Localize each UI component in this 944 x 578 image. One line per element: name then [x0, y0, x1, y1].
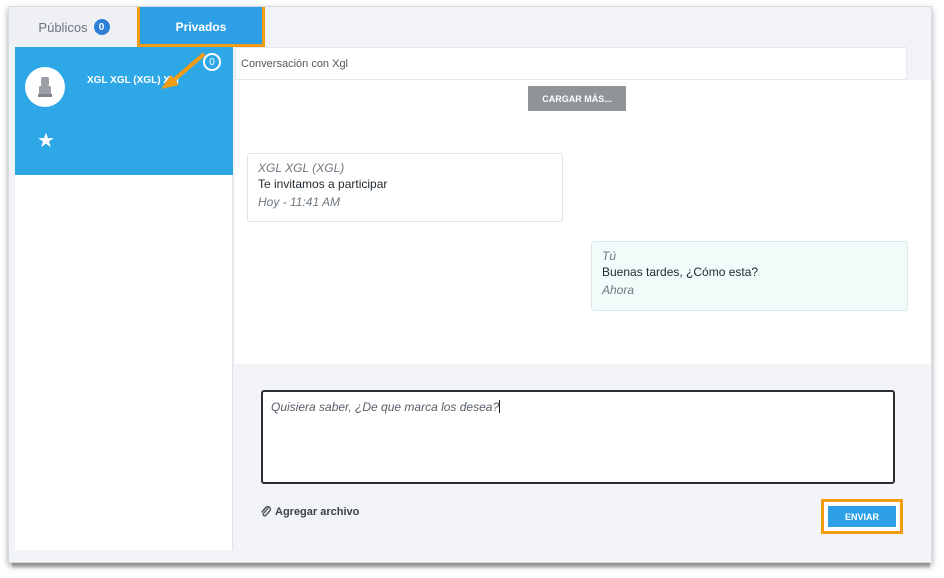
paperclip-icon	[261, 506, 271, 517]
send-button-highlight: ENVIAR	[821, 499, 903, 534]
window-shadow	[12, 563, 930, 569]
conversation-header: Conversación con Xgl	[235, 47, 907, 80]
send-button[interactable]: ENVIAR	[828, 506, 896, 527]
load-more-button[interactable]: CARGAR MÁS...	[528, 86, 626, 111]
attach-file-label: Agregar archivo	[275, 506, 360, 518]
tab-publicos-count-badge: 0	[93, 19, 110, 35]
message-outgoing: Tú Buenas tardes, ¿Cómo esta? Ahora	[591, 241, 908, 311]
composer: Quisiera saber, ¿De que marca los desea?…	[235, 364, 931, 550]
message-input-value: Quisiera saber, ¿De que marca los desea?	[271, 400, 500, 414]
attach-file-link[interactable]: Agregar archivo	[261, 506, 359, 518]
text-caret	[499, 400, 501, 413]
tab-privados[interactable]: Privados	[139, 7, 263, 47]
conversation-list: XGL XGL (XGL) Xgl 0 ★	[15, 47, 233, 550]
message-sender: Tú	[602, 249, 617, 263]
message-time: Hoy - 11:41 AM	[258, 195, 341, 209]
user-placeholder-icon	[38, 77, 52, 97]
message-time: Ahora	[602, 283, 635, 297]
tab-publicos-label: Públicos	[38, 19, 88, 35]
tab-privados-label: Privados	[175, 20, 227, 34]
conversation-item[interactable]: XGL XGL (XGL) Xgl 0 ★	[15, 47, 233, 175]
chat-window: Públicos 0 Privados XGL XGL (XGL) Xgl 0 …	[8, 6, 932, 563]
tab-publicos[interactable]: Públicos 0	[9, 7, 139, 47]
conversation-title: Conversación con Xgl	[241, 57, 349, 70]
message-text: Te invitamos a participar	[258, 177, 388, 191]
message-sender: XGL XGL (XGL)	[258, 161, 345, 175]
star-icon[interactable]: ★	[37, 131, 55, 151]
message-input[interactable]: Quisiera saber, ¿De que marca los desea?	[261, 390, 895, 484]
avatar	[25, 67, 65, 107]
conversation-panel: Conversación con Xgl CARGAR MÁS... XGL X…	[235, 47, 931, 550]
tab-bar: Públicos 0 Privados	[9, 7, 265, 47]
message-list[interactable]: CARGAR MÁS... XGL XGL (XGL) Te invitamos…	[235, 80, 931, 364]
annotation-arrow	[161, 53, 205, 89]
message-text: Buenas tardes, ¿Cómo esta?	[602, 265, 759, 279]
message-incoming: XGL XGL (XGL) Te invitamos a participar …	[247, 153, 563, 222]
